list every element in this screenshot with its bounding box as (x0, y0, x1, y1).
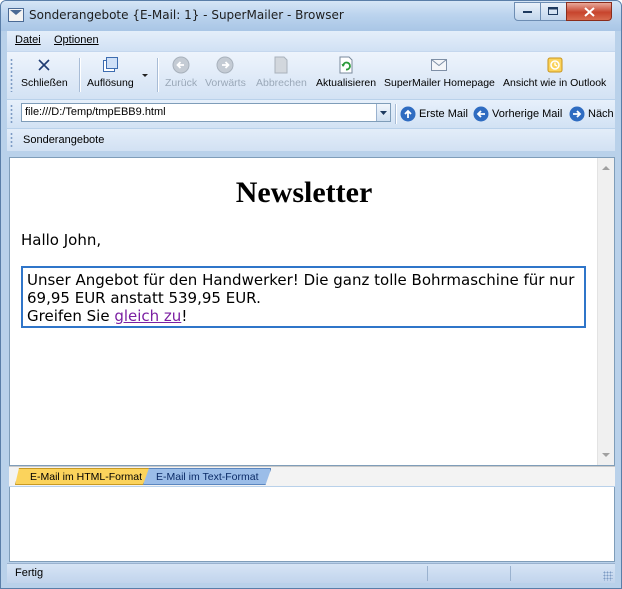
first-mail-label: Erste Mail (419, 108, 468, 120)
resolution-icon (101, 56, 119, 74)
offer-box: Unser Angebot für den Handwerker! Die ga… (21, 266, 586, 328)
resolution-label: Auflösung (87, 77, 134, 89)
first-mail-button[interactable]: Erste Mail (400, 106, 468, 122)
toolbar-grip[interactable] (10, 58, 13, 92)
address-dropdown-button[interactable] (376, 104, 390, 121)
lower-pane (9, 487, 615, 562)
toolbar-separator (79, 58, 80, 92)
offer-suffix: ! (181, 307, 188, 325)
homepage-envelope-icon (430, 56, 448, 74)
minimize-button[interactable] (514, 2, 541, 21)
previous-mail-label: Vorherige Mail (492, 108, 563, 120)
close-icon (583, 6, 595, 17)
back-button[interactable]: Zurück (165, 56, 197, 94)
forward-button[interactable]: Vorwärts (205, 56, 246, 94)
stop-button[interactable]: Abbrechen (256, 56, 307, 94)
greeting-text: Hallo John, (21, 231, 102, 249)
scroll-up-icon[interactable] (602, 166, 610, 170)
previous-mail-button[interactable]: Vorherige Mail (473, 106, 562, 122)
stop-label: Abbrechen (256, 77, 307, 89)
back-label: Zurück (165, 77, 198, 89)
refresh-button[interactable]: Aktualisieren (316, 56, 376, 94)
window-title: Sonderangebote {E-Mail: 1} - SuperMailer… (29, 8, 344, 22)
email-preview-pane[interactable]: Newsletter Hallo John, Unser Angebot für… (9, 157, 615, 466)
homepage-button[interactable]: SuperMailer Homepage (384, 56, 495, 94)
address-bar: file:///D:/Temp/tmpEBB9.html Erste Mail … (7, 100, 615, 128)
status-divider (510, 566, 511, 581)
menu-bar: Datei Optionen (7, 31, 615, 51)
outlook-label: Ansicht wie in Outlook (503, 77, 607, 89)
newsletter-heading: Newsletter (235, 176, 373, 209)
status-bar: Fertig (7, 563, 615, 583)
toolbar-separator (157, 58, 158, 92)
status-text: Fertig (15, 567, 44, 579)
resolution-button[interactable]: Auflösung (87, 56, 134, 94)
forward-label: Vorwärts (205, 77, 246, 89)
breadcrumb: Sonderangebote (23, 134, 105, 146)
mail-envelope-icon (8, 8, 24, 22)
address-input[interactable]: file:///D:/Temp/tmpEBB9.html (21, 103, 391, 122)
offer-link[interactable]: gleich zu (114, 307, 181, 325)
refresh-label: Aktualisieren (316, 77, 377, 89)
resize-grip-icon[interactable] (603, 571, 613, 581)
left-arrow-icon (473, 106, 489, 122)
up-arrow-icon (400, 106, 416, 122)
close-window-button[interactable] (566, 2, 612, 21)
format-tabstrip: E-Mail im HTML-Format E-Mail im Text-For… (9, 466, 615, 486)
toolbar-separator (395, 104, 396, 124)
right-arrow-icon (569, 106, 585, 122)
maximize-icon (548, 7, 558, 15)
menu-item-optionen[interactable]: Optionen (54, 34, 99, 46)
breadcrumb-bar: Sonderangebote (7, 129, 615, 151)
outlook-view-button[interactable]: Ansicht wie in Outlook (503, 56, 606, 94)
scroll-down-icon[interactable] (602, 453, 610, 457)
minimize-icon (522, 10, 532, 13)
back-arrow-icon (172, 56, 190, 74)
address-value: file:///D:/Temp/tmpEBB9.html (25, 106, 166, 118)
browser-window: Sonderangebote {E-Mail: 1} - SuperMailer… (0, 0, 622, 589)
close-button[interactable]: Schließen (21, 56, 68, 94)
close-label: Schließen (21, 77, 68, 89)
outlook-icon (546, 56, 564, 74)
breadcrumb-grip[interactable] (10, 132, 13, 148)
title-bar[interactable]: Sonderangebote {E-Mail: 1} - SuperMailer… (1, 1, 621, 31)
vertical-scrollbar[interactable] (597, 158, 614, 465)
offer-prefix: Greifen Sie (27, 307, 115, 325)
tab-html-format[interactable]: E-Mail im HTML-Format (15, 468, 157, 485)
resolution-dropdown-icon[interactable] (142, 74, 148, 77)
maximize-button[interactable] (540, 2, 567, 21)
next-mail-button[interactable]: Näch (569, 106, 614, 122)
refresh-icon (337, 56, 355, 74)
toolbar: Schließen Auflösung Zurück Vorwärts Abbr… (7, 51, 615, 99)
status-divider (427, 566, 428, 581)
menu-item-datei[interactable]: Datei (15, 34, 41, 46)
close-x-icon (35, 56, 53, 74)
stop-page-icon (272, 56, 290, 74)
forward-arrow-icon (216, 56, 234, 74)
offer-text: Unser Angebot für den Handwerker! Die ga… (27, 271, 575, 307)
tab-text-format[interactable]: E-Mail im Text-Format (143, 468, 271, 485)
address-grip[interactable] (10, 104, 13, 124)
homepage-label: SuperMailer Homepage (384, 77, 495, 89)
next-mail-label: Näch (588, 108, 614, 120)
chevron-down-icon (380, 110, 387, 115)
